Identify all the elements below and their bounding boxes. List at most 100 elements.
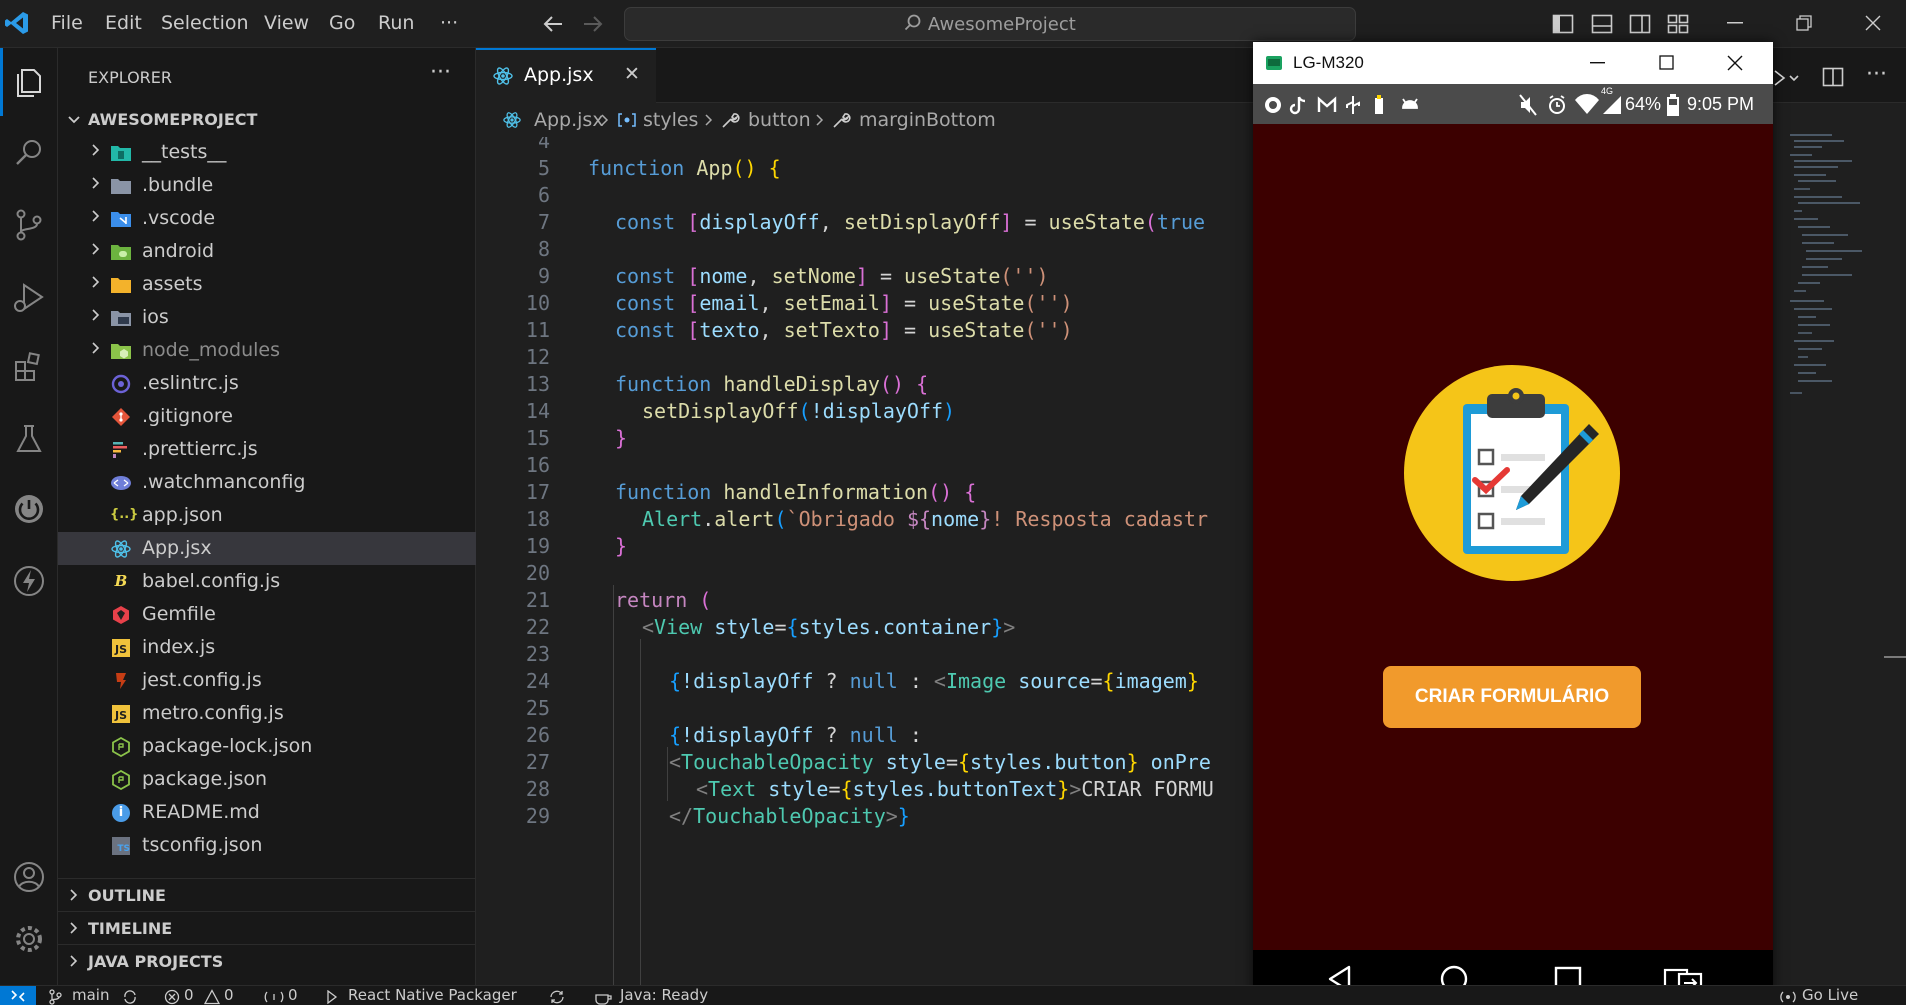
tree-item-watchmanconfig[interactable]: .watchmanconfig xyxy=(58,466,476,499)
lightning-extension-icon[interactable] xyxy=(8,560,50,602)
chevron-right-icon xyxy=(92,276,100,288)
tree-item-app-json[interactable]: {..} app.json xyxy=(58,499,476,532)
tree-item-metro-config[interactable]: JS metro.config.js xyxy=(58,697,476,730)
editor-more-actions[interactable]: ··· xyxy=(1866,62,1887,87)
outline-panel-header[interactable]: OUTLINE xyxy=(58,878,476,911)
tree-item-assets[interactable]: assets xyxy=(58,268,476,301)
timeline-panel-header[interactable]: TIMELINE xyxy=(58,911,476,944)
tab-app-jsx[interactable]: App.jsx ✕ xyxy=(476,48,656,103)
git-branch[interactable]: main xyxy=(72,986,109,1004)
breadcrumb-property[interactable]: marginBottom xyxy=(859,109,996,131)
accounts-icon[interactable] xyxy=(8,856,50,898)
breadcrumb-styles[interactable]: styles xyxy=(643,109,698,131)
testing-icon[interactable] xyxy=(8,418,50,460)
tree-item-bundle[interactable]: .bundle xyxy=(58,169,476,202)
tree-item-ios[interactable]: ios xyxy=(58,301,476,334)
tree-label: babel.config.js xyxy=(142,570,281,592)
android-folder-icon xyxy=(111,245,131,260)
battery-icon xyxy=(1667,94,1679,116)
menu-edit[interactable]: Edit xyxy=(105,12,142,34)
tree-item-prettierrc[interactable]: .prettierrc.js xyxy=(58,433,476,466)
tree-item-vscode[interactable]: .vscode xyxy=(58,202,476,235)
project-root[interactable]: AWESOMEPROJECT xyxy=(88,110,257,129)
menu-selection[interactable]: Selection xyxy=(161,12,249,34)
explorer-more-actions[interactable]: ··· xyxy=(430,60,451,85)
tree-item-eslintrc[interactable]: .eslintrc.js xyxy=(58,367,476,400)
search-view-icon[interactable] xyxy=(8,132,50,174)
object: Alert xyxy=(642,507,703,531)
run-debug-icon[interactable] xyxy=(8,276,50,318)
back-arrow-icon[interactable] xyxy=(542,14,564,34)
run-file-icon[interactable] xyxy=(1772,68,1802,88)
line-number: 27 xyxy=(525,750,550,774)
tree-label: android xyxy=(142,240,215,262)
code-editor[interactable]: 4 5 6 7 8 9 10 11 12 13 14 15 16 17 18 1… xyxy=(476,137,1256,985)
minimize-icon[interactable] xyxy=(1727,22,1743,26)
tree-item-babel-config[interactable]: B babel.config.js xyxy=(58,565,476,598)
toggle-panel-icon[interactable] xyxy=(1591,13,1613,35)
menu-more[interactable]: ··· xyxy=(440,12,458,34)
remote-explorer-icon[interactable] xyxy=(8,488,50,530)
menu-view[interactable]: View xyxy=(264,12,309,34)
error-count[interactable]: 0 xyxy=(184,986,194,1004)
operator: = xyxy=(945,750,958,774)
chevron-right-icon xyxy=(92,144,100,156)
source-control-icon[interactable] xyxy=(8,204,50,246)
warning-count[interactable]: 0 xyxy=(224,986,234,1004)
tree-item-app-jsx[interactable]: App.jsx xyxy=(58,532,476,565)
toggle-secondary-sidebar-icon[interactable] xyxy=(1629,13,1651,35)
nodejs-icon xyxy=(112,737,130,757)
breadcrumb-file[interactable]: App.jsx xyxy=(534,109,604,131)
bracket: ] xyxy=(855,264,868,288)
forward-arrow-icon[interactable] xyxy=(582,14,604,34)
minimize-icon[interactable] xyxy=(1590,62,1606,66)
close-window-icon[interactable] xyxy=(1727,55,1743,71)
tree-item-package-json[interactable]: package.json xyxy=(58,763,476,796)
menu-go[interactable]: Go xyxy=(329,12,355,34)
react-native-packager[interactable]: React Native Packager xyxy=(348,986,517,1004)
tree-item-tsconfig[interactable]: TS tsconfig.json xyxy=(58,829,476,862)
tab-close-icon[interactable]: ✕ xyxy=(624,63,640,85)
settings-gear-icon[interactable] xyxy=(8,918,50,960)
tree-item-android[interactable]: android xyxy=(58,235,476,268)
chevron-right-icon xyxy=(70,922,78,934)
go-live-button[interactable]: Go Live xyxy=(1802,986,1858,1004)
sync-icon[interactable] xyxy=(122,989,138,1005)
customize-layout-icon[interactable] xyxy=(1667,13,1689,35)
menu-run[interactable]: Run xyxy=(378,12,414,34)
tree-item-tests[interactable]: __tests__ xyxy=(58,136,476,169)
tree-label: jest.config.js xyxy=(142,669,262,691)
restore-icon[interactable] xyxy=(1796,15,1812,31)
maximize-icon[interactable] xyxy=(1659,55,1675,71)
tree-item-gemfile[interactable]: Gemfile xyxy=(58,598,476,631)
breadcrumb-button[interactable]: button xyxy=(748,109,811,131)
tree-item-jest-config[interactable]: jest.config.js xyxy=(58,664,476,697)
git-icon xyxy=(112,408,130,426)
ports-count[interactable]: 0 xyxy=(288,986,298,1004)
tree-item-readme[interactable]: i README.md xyxy=(58,796,476,829)
remote-indicator[interactable] xyxy=(0,986,36,1005)
chevron-down-icon[interactable] xyxy=(66,112,82,128)
extensions-icon[interactable] xyxy=(8,346,50,388)
java-status[interactable]: Java: Ready xyxy=(620,986,708,1004)
tree-item-index-js[interactable]: JS index.js xyxy=(58,631,476,664)
tree-item-node-modules[interactable]: node_modules xyxy=(58,334,476,367)
tree-item-package-lock[interactable]: package-lock.json xyxy=(58,730,476,763)
comma: , xyxy=(759,318,784,342)
close-window-icon[interactable] xyxy=(1865,15,1881,31)
typescript-config-icon: TS xyxy=(112,837,130,855)
minimap[interactable] xyxy=(1772,103,1906,985)
attribute: style xyxy=(756,777,829,801)
command-center-search[interactable]: AwesomeProject xyxy=(624,7,1356,41)
toggle-primary-sidebar-icon[interactable] xyxy=(1552,13,1574,35)
menu-file[interactable]: File xyxy=(51,12,83,34)
split-editor-icon[interactable] xyxy=(1822,66,1844,88)
criar-formulario-button[interactable]: CRIAR FORMULÁRIO xyxy=(1383,666,1641,728)
java-projects-panel-header[interactable]: JAVA PROJECTS xyxy=(58,944,476,977)
code-line-22: <View style={styles.container}> xyxy=(642,615,1015,639)
eslint-icon xyxy=(111,374,131,394)
brace: { xyxy=(840,777,853,801)
refresh-icon[interactable] xyxy=(548,989,566,1005)
tree-item-gitignore[interactable]: .gitignore xyxy=(58,400,476,433)
explorer-icon[interactable] xyxy=(8,62,50,104)
